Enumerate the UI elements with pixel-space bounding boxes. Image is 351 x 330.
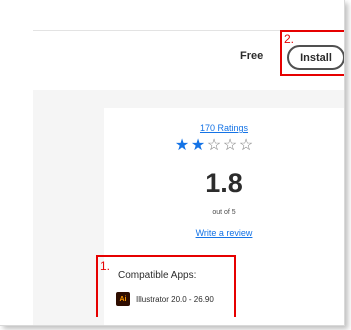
star-empty-icon: ☆	[222, 137, 238, 154]
star-empty-icon: ☆	[206, 137, 222, 154]
price-label: Free	[240, 50, 264, 62]
rating-scale-label: out of 5	[212, 209, 236, 216]
compatible-apps-heading: Compatible Apps:	[118, 270, 197, 281]
annotation-box-install: 2.	[280, 30, 344, 76]
annotation-box-compatibility: 1.	[96, 255, 236, 317]
star-filled-icon: ★	[190, 137, 206, 154]
ratings-count-link[interactable]: 170 Ratings	[184, 123, 264, 133]
compatible-app-label: Illustrator 20.0 - 26.90	[136, 294, 214, 304]
star-empty-icon: ☆	[238, 137, 254, 154]
star-rating: ★ ★ ☆ ☆ ☆	[174, 138, 254, 154]
write-review-link[interactable]: Write a review	[184, 228, 264, 238]
annotation-number: 1.	[100, 259, 111, 273]
annotation-number: 2.	[284, 32, 295, 46]
illustrator-icon: Ai	[116, 292, 130, 306]
compatible-app-item: Ai Illustrator 20.0 - 26.90	[116, 292, 214, 306]
app-listing-window: Free Install 2. 170 Ratings ★ ★ ☆ ☆ ☆ 1.…	[0, 0, 345, 326]
star-filled-icon: ★	[174, 137, 190, 154]
rating-score: 1.8	[205, 168, 243, 198]
